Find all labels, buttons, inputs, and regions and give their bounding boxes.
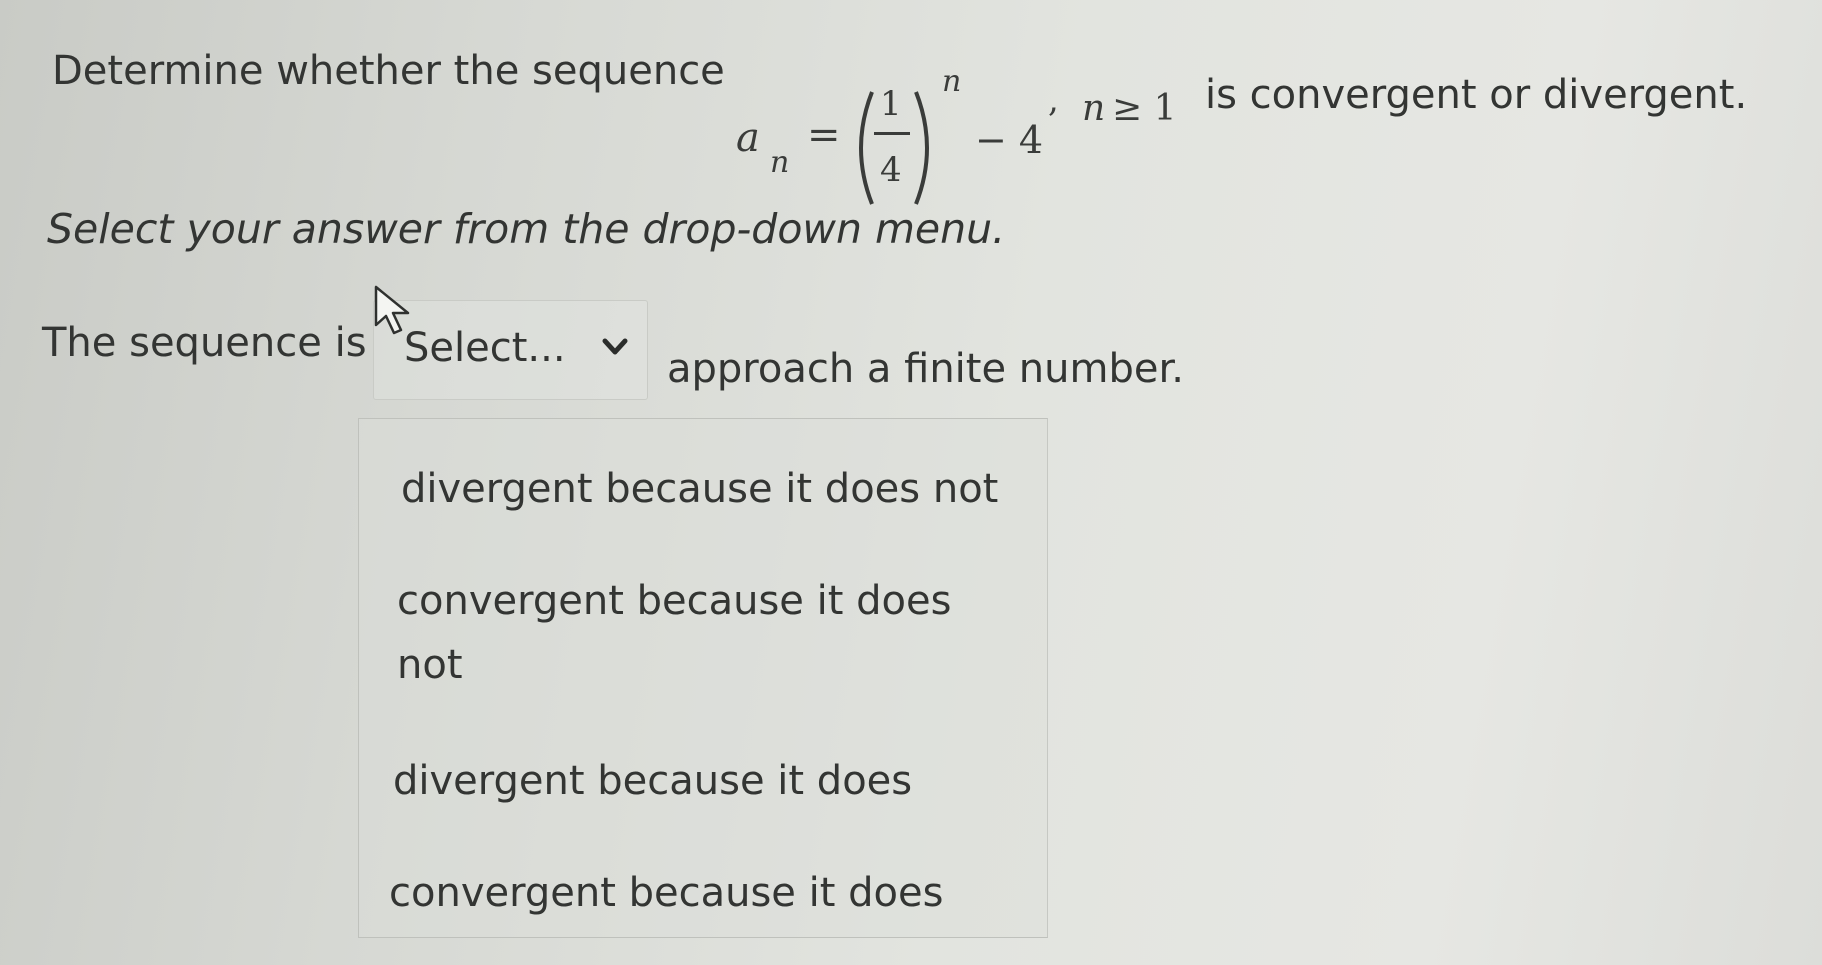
option-text: convergent because it does [389, 870, 944, 916]
option-text-continued: not [397, 642, 463, 688]
chevron-down-icon [602, 338, 628, 355]
option-text: divergent because it does not [401, 466, 999, 512]
formula-minus-term: − 4 [975, 118, 1044, 162]
formula-frac-den: 4 [880, 150, 902, 190]
dropdown-option[interactable]: divergent because it does [393, 749, 912, 813]
question-suffix: is convergent or divergent. [1205, 72, 1748, 118]
option-text: convergent because it does [397, 578, 952, 624]
question-prefix: Determine whether the sequence [52, 48, 725, 94]
formula-frac-bar [874, 132, 910, 135]
option-text: divergent because it does [393, 758, 913, 804]
formula-right-paren [914, 91, 929, 205]
formula-comma: , [1048, 80, 1059, 120]
formula-condition-var: n [1082, 88, 1106, 129]
select-value: Select... [404, 325, 566, 371]
formula-lhs-sub: n [770, 145, 790, 180]
formula-frac-num: 1 [880, 84, 902, 124]
formula-left-paren [859, 91, 874, 205]
answer-suffix: approach a finite number. [667, 346, 1184, 392]
dropdown-option[interactable]: convergent because it does [389, 861, 943, 925]
dropdown-option[interactable]: divergent because it does not [401, 457, 998, 521]
answer-prefix: The sequence is [42, 320, 367, 366]
dropdown-option[interactable]: convergent because it does not [397, 569, 951, 697]
formula-equals: = [807, 112, 841, 158]
formula-exponent: n [942, 64, 962, 99]
mouse-cursor-icon [374, 285, 410, 335]
instruction-text: Select your answer from the drop-down me… [47, 205, 1006, 253]
dropdown-menu: divergent because it does not convergent… [358, 418, 1048, 938]
formula-lhs-var: a [736, 115, 760, 161]
formula-condition-rest: ≥ 1 [1112, 88, 1177, 129]
